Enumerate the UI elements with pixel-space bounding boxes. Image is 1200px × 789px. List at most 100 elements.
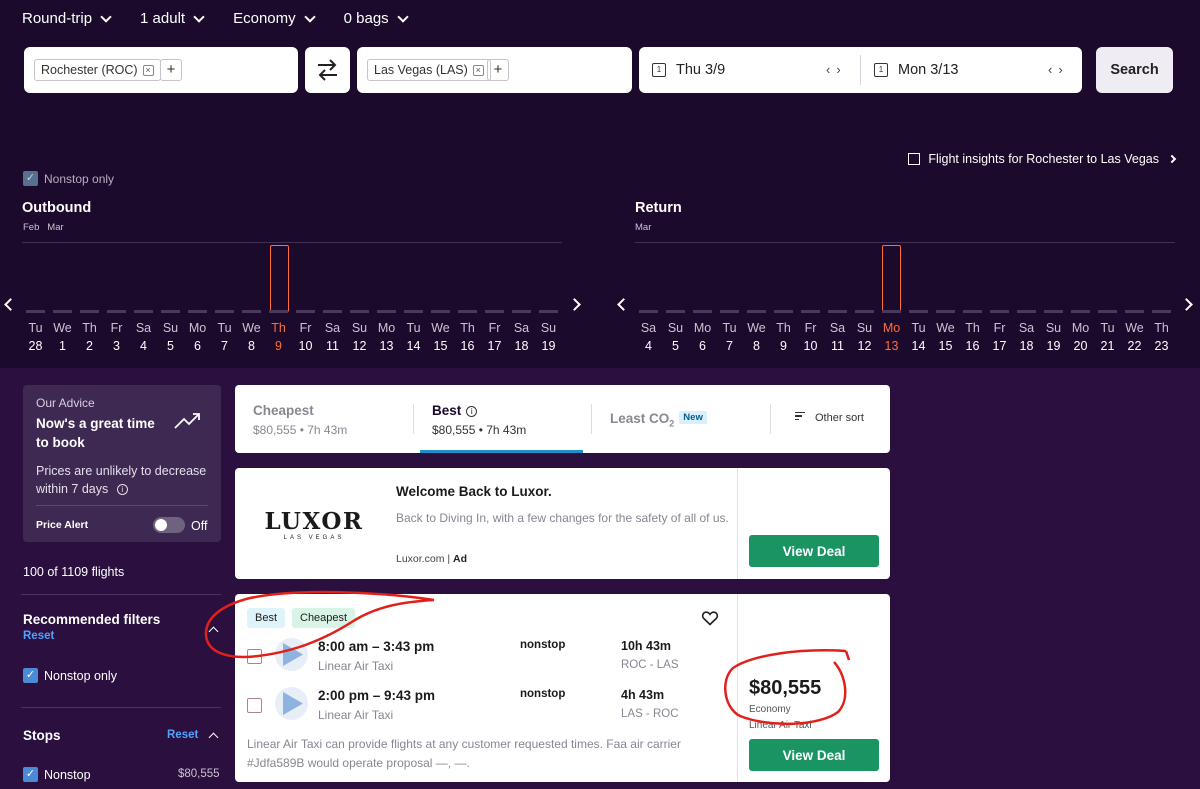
page: Round-trip 1 adult Economy 0 bags Roches… xyxy=(0,0,1200,789)
price-bar xyxy=(828,310,847,313)
return-date-arrows[interactable]: ‹› xyxy=(1048,62,1069,77)
recommended-reset-link[interactable]: Reset xyxy=(23,630,54,642)
advice-divider xyxy=(36,505,208,506)
cabin-dropdown[interactable]: Economy xyxy=(233,10,316,27)
play-shape-icon xyxy=(283,643,303,666)
cheapest-tag: Cheapest xyxy=(292,608,356,628)
nonstop-only-filter[interactable]: ✓ Nonstop only xyxy=(23,668,117,683)
day-of-week: Th xyxy=(82,321,97,335)
day-of-week: Tu xyxy=(911,321,926,335)
day-number: 15 xyxy=(938,339,953,353)
destination-field[interactable]: Las Vegas (LAS) × + xyxy=(357,47,632,93)
result-price: $80,555 xyxy=(749,677,822,699)
price-bar xyxy=(215,310,234,313)
leg-airline: Linear Air Taxi xyxy=(318,708,394,722)
chevron-right-icon[interactable]: › xyxy=(836,62,846,77)
luxor-logo: LUXOR LAS VEGAS xyxy=(253,508,375,541)
depart-date-arrows[interactable]: ‹› xyxy=(826,62,847,77)
trip-options: Round-trip 1 adult Economy 0 bags xyxy=(22,10,437,27)
swap-button[interactable] xyxy=(305,47,350,93)
price-bar xyxy=(323,310,342,313)
price-bar xyxy=(639,310,658,313)
day-of-week: Su xyxy=(1045,321,1062,335)
leg-stops: nonstop xyxy=(520,688,566,700)
result-cabin: Economy xyxy=(749,704,791,715)
day-of-week: Fr xyxy=(299,321,312,335)
tab-separator xyxy=(770,404,771,434)
add-destination-button[interactable]: + xyxy=(487,59,509,81)
day-number: 18 xyxy=(1019,339,1034,353)
price-bar xyxy=(1044,310,1063,313)
return-date[interactable]: 1 Mon 3/13 xyxy=(874,47,958,93)
result-price-airline: Linear Air Taxi xyxy=(749,720,812,731)
airline-logo xyxy=(275,687,308,720)
price-bar xyxy=(855,310,874,313)
leg-route: LAS - ROC xyxy=(621,708,679,720)
ad-card[interactable]: LUXOR LAS VEGAS Welcome Back to Luxor. B… xyxy=(235,468,890,579)
origin-chip[interactable]: Rochester (ROC) × xyxy=(34,59,161,81)
travelers-dropdown[interactable]: 1 adult xyxy=(140,10,205,27)
flight-insights-link[interactable]: Flight insights for Rochester to Las Veg… xyxy=(908,152,1177,166)
chevron-right-icon[interactable]: › xyxy=(1058,62,1068,77)
calendar-nonstop-checkbox[interactable]: ✓ Nonstop only xyxy=(23,171,114,186)
close-icon[interactable]: × xyxy=(472,64,484,76)
day-number: 23 xyxy=(1154,339,1169,353)
stops-nonstop-filter[interactable]: ✓ Nonstop xyxy=(23,767,91,782)
stops-reset-link[interactable]: Reset xyxy=(167,729,198,741)
day-of-week: We xyxy=(53,321,72,335)
trip-type-dropdown[interactable]: Round-trip xyxy=(22,10,112,27)
close-icon[interactable]: × xyxy=(142,64,154,76)
add-origin-button[interactable]: + xyxy=(160,59,182,81)
return-selected-day-marker xyxy=(882,245,901,312)
day-number: 4 xyxy=(645,339,652,353)
day-number: 16 xyxy=(460,339,475,353)
day-of-week: We xyxy=(747,321,766,335)
chevron-down-icon xyxy=(100,10,112,23)
day-of-week: Su xyxy=(856,321,873,335)
new-badge: New xyxy=(679,411,707,424)
ad-source-name: Luxor.com xyxy=(396,553,445,565)
toggle-knob xyxy=(155,519,167,531)
day-number: 28 xyxy=(28,339,43,353)
day-of-week: Tu xyxy=(217,321,232,335)
destination-chip[interactable]: Las Vegas (LAS) × xyxy=(367,59,491,81)
day-number: 20 xyxy=(1073,339,1088,353)
search-button[interactable]: Search xyxy=(1096,47,1173,93)
day-of-week: Th xyxy=(271,321,286,335)
chevron-left-icon[interactable]: ‹ xyxy=(1048,62,1058,77)
day-number: 1 xyxy=(59,339,66,353)
checkbox-checked-icon: ✓ xyxy=(23,767,38,782)
price-bar xyxy=(53,310,72,313)
day-number: 4 xyxy=(140,339,147,353)
day-of-week: Mo xyxy=(377,321,396,335)
result-view-deal-button[interactable]: View Deal xyxy=(749,739,879,771)
day-number: 9 xyxy=(780,339,787,353)
info-icon[interactable]: i xyxy=(116,484,128,495)
leg-checkbox[interactable] xyxy=(247,698,262,713)
info-icon[interactable]: i xyxy=(466,406,478,417)
travelers-label: 1 adult xyxy=(140,10,186,27)
tab-best-title-row: Best i xyxy=(432,403,478,418)
depart-date[interactable]: 1 Thu 3/9 xyxy=(652,47,725,93)
leg-time: 2:00 pm – 9:43 pm xyxy=(318,688,436,703)
destination-chip-label: Las Vegas (LAS) xyxy=(374,63,468,77)
advice-description: Prices are unlikely to decrease within 7… xyxy=(36,462,211,498)
advice-headline: Now's a great time to book xyxy=(36,416,155,450)
price-bar xyxy=(431,310,450,313)
origin-field[interactable]: Rochester (ROC) × + xyxy=(24,47,298,93)
leg-checkbox[interactable] xyxy=(247,649,262,664)
price-bar xyxy=(963,310,982,313)
heart-icon[interactable] xyxy=(701,609,719,627)
flight-result-card[interactable]: Best Cheapest 8:00 am – 3:43 pm Linear A… xyxy=(235,594,890,782)
price-alert-toggle[interactable] xyxy=(153,517,185,533)
price-bar xyxy=(377,310,396,313)
price-bar xyxy=(188,310,207,313)
price-bar xyxy=(990,310,1009,313)
leg-time: 8:00 am – 3:43 pm xyxy=(318,639,435,654)
nonstop-only-filter-label: Nonstop only xyxy=(44,668,117,683)
chevron-left-icon[interactable]: ‹ xyxy=(826,62,836,77)
day-number: 16 xyxy=(965,339,980,353)
ad-view-deal-button[interactable]: View Deal xyxy=(749,535,879,567)
bags-dropdown[interactable]: 0 bags xyxy=(344,10,409,27)
tab-separator xyxy=(591,404,592,434)
